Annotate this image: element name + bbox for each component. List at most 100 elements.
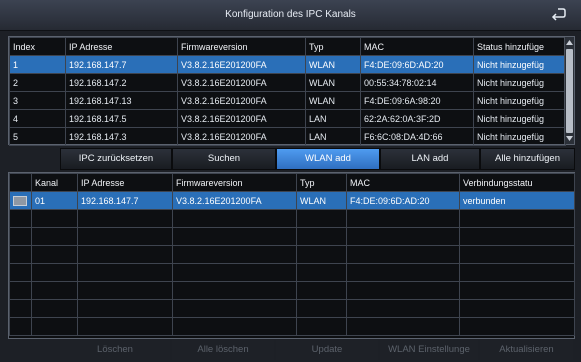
empty-cell xyxy=(77,209,173,228)
table-cell: 5 xyxy=(9,127,66,146)
column-header: Kanal xyxy=(31,173,78,192)
table-cell: LAN xyxy=(305,109,361,128)
lan-add-button[interactable]: LAN add xyxy=(380,148,480,170)
table-cell: F6:6C:08:DA:4D:66 xyxy=(360,127,474,146)
table-cell: F4:DE:09:6D:AD:20 xyxy=(346,191,460,210)
empty-cell xyxy=(296,227,347,246)
empty-cell xyxy=(9,227,32,246)
column-header: IP Adresse xyxy=(77,173,173,192)
table-cell: Nicht hinzugefüg xyxy=(473,55,566,74)
empty-cell xyxy=(77,281,173,300)
empty-cell xyxy=(459,317,575,336)
scroll-up-icon[interactable] xyxy=(566,39,573,46)
empty-cell xyxy=(31,227,78,246)
wlan-add-button[interactable]: WLAN add xyxy=(276,148,380,170)
table-cell: 1 xyxy=(9,55,66,74)
empty-cell xyxy=(346,317,460,336)
row-checkbox[interactable] xyxy=(13,195,27,206)
update-button[interactable]: Update xyxy=(276,340,378,360)
scroll-down-icon[interactable] xyxy=(566,135,573,142)
empty-cell xyxy=(9,209,32,228)
column-header: MAC xyxy=(346,173,460,192)
table-cell: V3.8.2.16E201200FA xyxy=(177,91,306,110)
channel-panel: Kanal IP Adresse Firmwareversion Typ MAC Verb… xyxy=(8,172,575,339)
channel-row[interactable]: 01 192.168.147.7 V3.8.2.16E201200FA WLAN F4:… xyxy=(9,191,575,210)
table-cell: F4:DE:09:6A:98:20 xyxy=(360,91,474,110)
empty-row xyxy=(9,299,575,318)
scroll-thumb[interactable] xyxy=(566,49,573,133)
empty-cell xyxy=(31,263,78,282)
table-cell: 2 xyxy=(9,73,66,92)
table-header-row: Kanal IP Adresse Firmwareversion Typ MAC Verb… xyxy=(9,173,575,192)
column-header: Firmwareversion xyxy=(172,173,297,192)
empty-cell xyxy=(459,263,575,282)
column-header: MAC xyxy=(360,37,474,56)
return-icon[interactable] xyxy=(551,8,567,22)
wlan-settings-button[interactable]: WLAN Einstellunge xyxy=(380,340,478,360)
empty-cell xyxy=(296,281,347,300)
empty-cell xyxy=(9,281,32,300)
empty-cell xyxy=(296,299,347,318)
empty-cell xyxy=(346,281,460,300)
table-cell: WLAN xyxy=(305,73,361,92)
empty-cell xyxy=(172,245,297,264)
table-cell: V3.8.2.16E201200FA xyxy=(177,73,306,92)
table-cell: F4:DE:09:6D:AD:20 xyxy=(360,55,474,74)
column-header: Firmwareversion xyxy=(177,37,306,56)
table-cell: 192.168.147.7 xyxy=(77,191,173,210)
empty-cell xyxy=(9,245,32,264)
table-cell: LAN xyxy=(305,127,361,146)
reset-ipc-button[interactable]: IPC zurücksetzen xyxy=(60,148,172,170)
column-header: Index xyxy=(9,37,66,56)
found-table-scrollbar[interactable] xyxy=(564,37,574,144)
empty-cell xyxy=(459,227,575,246)
device-actions: IPC zurücksetzen Suchen WLAN add LAN add… xyxy=(60,148,575,170)
table-cell: 00:55:34:78:02:14 xyxy=(360,73,474,92)
table-cell: WLAN xyxy=(305,91,361,110)
empty-cell xyxy=(459,209,575,228)
empty-cell xyxy=(459,245,575,264)
empty-cell xyxy=(296,245,347,264)
device-row[interactable]: 4 192.168.147.5 V3.8.2.16E201200FA LAN 62:2A… xyxy=(9,109,566,128)
add-all-button[interactable]: Alle hinzufügen xyxy=(480,148,575,170)
table-cell: WLAN xyxy=(305,55,361,74)
table-cell: Nicht hinzugefüg xyxy=(473,109,566,128)
table-cell: verbunden xyxy=(459,191,575,210)
table-cell: Nicht hinzugefüg xyxy=(473,91,566,110)
search-button[interactable]: Suchen xyxy=(172,148,276,170)
table-cell: V3.8.2.16E201200FA xyxy=(177,109,306,128)
empty-cell xyxy=(31,299,78,318)
empty-cell xyxy=(77,263,173,282)
table-cell: V3.8.2.16E201200FA xyxy=(177,127,306,146)
empty-row xyxy=(9,317,575,336)
table-cell: 4 xyxy=(9,109,66,128)
empty-cell xyxy=(172,281,297,300)
device-row[interactable]: 3 192.168.147.13 V3.8.2.16E201200FA WLAN F4:… xyxy=(9,91,566,110)
table-cell: 3 xyxy=(9,91,66,110)
delete-button[interactable]: Löschen xyxy=(60,340,170,360)
empty-cell xyxy=(172,209,297,228)
delete-all-button[interactable]: Alle löschen xyxy=(172,340,274,360)
table-cell: Nicht hinzugefüg xyxy=(473,73,566,92)
table-cell: WLAN xyxy=(296,191,347,210)
table-cell: 192.168.147.13 xyxy=(65,91,178,110)
empty-cell xyxy=(172,263,297,282)
device-row[interactable]: 1 192.168.147.7 V3.8.2.16E201200FA WLAN F4:D… xyxy=(9,55,566,74)
refresh-button[interactable]: Aktualisieren xyxy=(480,340,573,360)
row-select-cell[interactable] xyxy=(9,191,32,210)
table-cell: 192.168.147.5 xyxy=(65,109,178,128)
empty-cell xyxy=(31,245,78,264)
empty-cell xyxy=(172,299,297,318)
table-cell: 192.168.147.2 xyxy=(65,73,178,92)
found-devices-table: Index IP Adresse Firmwareversion Typ MAC Stat… xyxy=(9,37,566,146)
empty-cell xyxy=(296,317,347,336)
empty-cell xyxy=(459,299,575,318)
empty-cell xyxy=(31,281,78,300)
column-header: Verbindungsstatu xyxy=(459,173,575,192)
device-row[interactable]: 5 192.168.147.3 V3.8.2.16E201200FA LAN F6:6C… xyxy=(9,127,566,146)
empty-cell xyxy=(296,209,347,228)
empty-cell xyxy=(346,209,460,228)
empty-cell xyxy=(459,281,575,300)
empty-row xyxy=(9,209,575,228)
device-row[interactable]: 2 192.168.147.2 V3.8.2.16E201200FA WLAN 00:5… xyxy=(9,73,566,92)
